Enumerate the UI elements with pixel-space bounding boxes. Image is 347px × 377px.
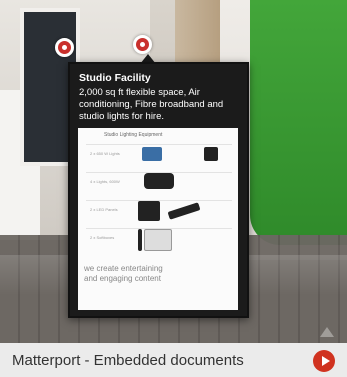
video-title: Matterport - Embedded documents xyxy=(12,352,244,369)
caption-bar[interactable]: Matterport - Embedded documents xyxy=(0,343,347,377)
cable-icon xyxy=(167,202,201,220)
document-row-label: 4 x Lights, 600W xyxy=(90,179,120,184)
softbox-icon xyxy=(138,201,160,221)
document-row: 2 x Softboxes xyxy=(86,228,232,253)
document-heading: Studio Lighting Equipment xyxy=(104,132,163,138)
video-thumbnail[interactable]: Studio Facility 2,000 sq ft flexible spa… xyxy=(0,0,347,377)
mattertag-marker-active[interactable] xyxy=(133,35,152,54)
document-footer-text: we create entertaining and engaging cont… xyxy=(84,264,163,283)
matterport-logo xyxy=(320,327,334,337)
light-icon xyxy=(204,147,218,161)
embedded-document[interactable]: Studio Lighting Equipment 2 x 650 W Ligh… xyxy=(78,128,238,310)
reflector-icon xyxy=(144,229,172,251)
light-panel-icon xyxy=(144,173,174,189)
document-row: 2 x LED Panels xyxy=(86,200,232,225)
stand-icon xyxy=(138,229,142,251)
document-row-label: 2 x Softboxes xyxy=(90,235,115,240)
document-row-label: 2 x 650 W Lights xyxy=(90,151,120,156)
popup-description: 2,000 sq ft flexible space, Air conditio… xyxy=(79,87,224,122)
matterport-3d-scene[interactable]: Studio Facility 2,000 sq ft flexible spa… xyxy=(0,0,347,343)
light-icon xyxy=(142,147,162,161)
popup-title: Studio Facility xyxy=(79,72,151,84)
play-icon[interactable] xyxy=(313,350,335,372)
document-row: 2 x 650 W Lights xyxy=(86,144,232,169)
green-screen xyxy=(250,0,347,245)
document-row: 4 x Lights, 600W xyxy=(86,172,232,197)
mattertag-marker[interactable] xyxy=(55,38,74,57)
document-row-label: 2 x LED Panels xyxy=(90,207,118,212)
mattertag-popup[interactable]: Studio Facility 2,000 sq ft flexible spa… xyxy=(68,62,249,318)
